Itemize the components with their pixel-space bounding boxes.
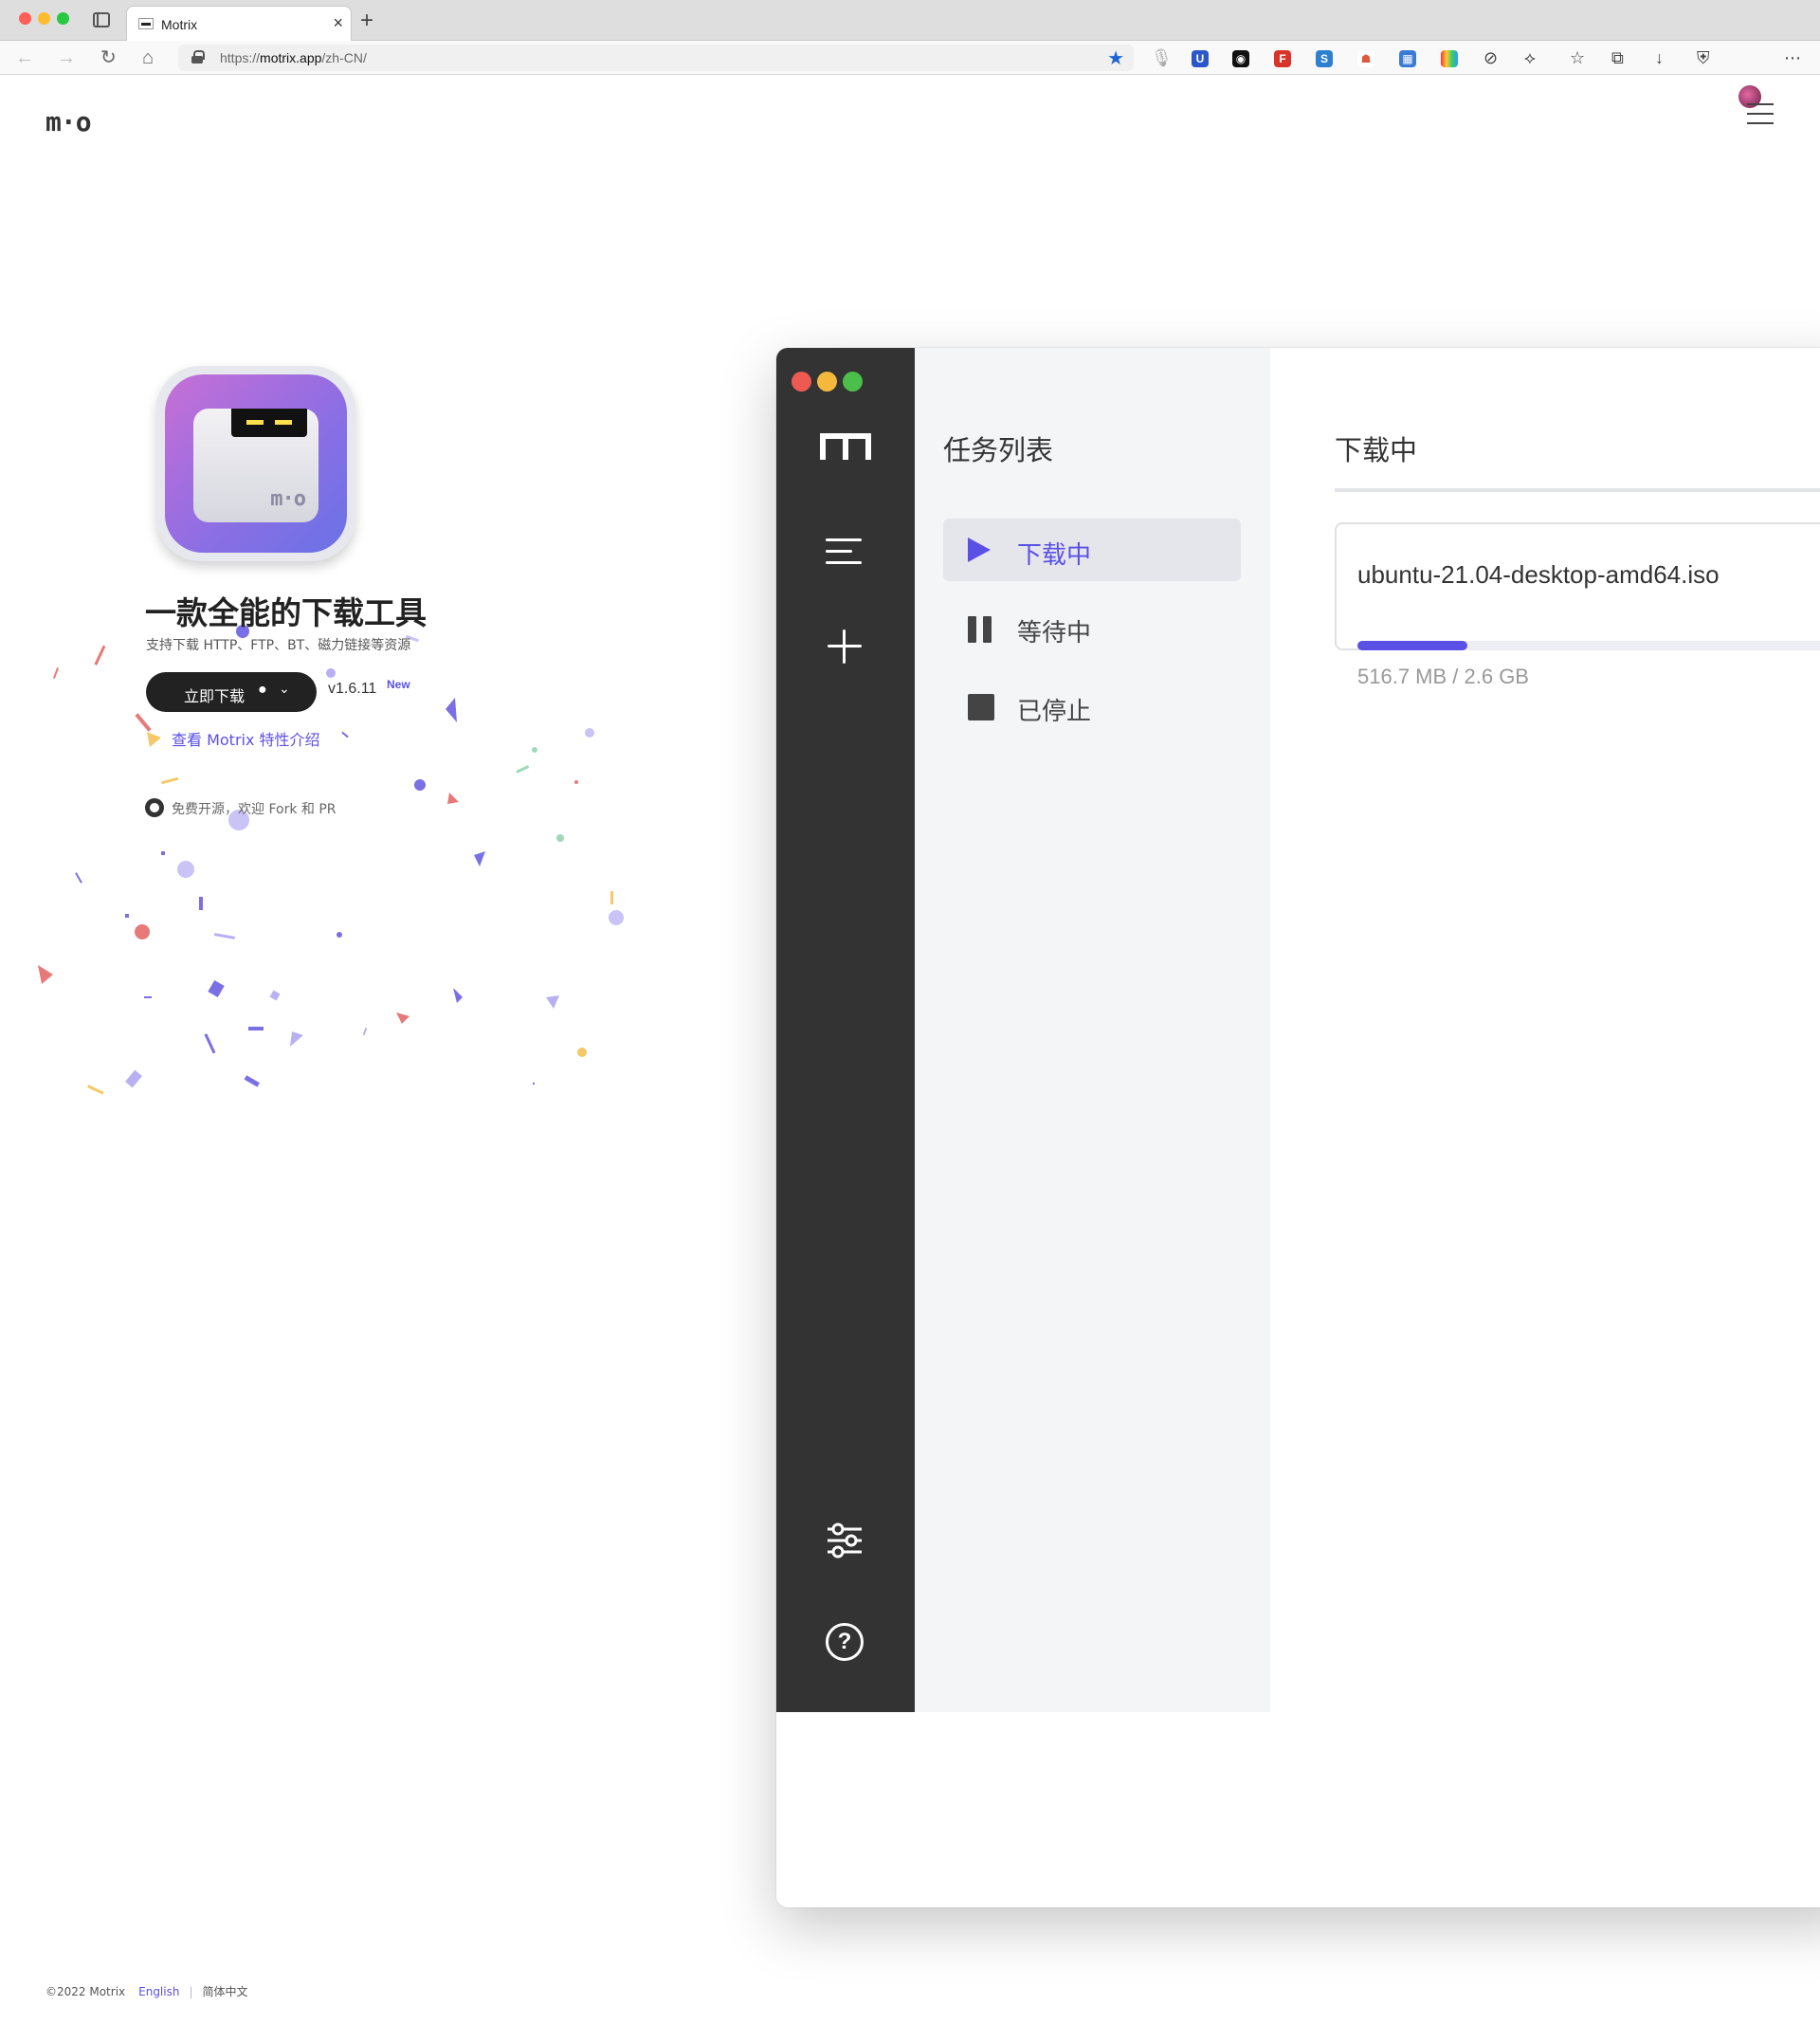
extension-figure-icon[interactable]: ☗: [1357, 50, 1374, 67]
more-options-icon[interactable]: ⋯: [1784, 48, 1801, 67]
apple-icon: ●: [258, 682, 267, 698]
puzzle-icon[interactable]: ⟡: [1524, 48, 1536, 67]
motrix-m-logo-icon: [820, 433, 871, 460]
new-badge: New: [387, 678, 410, 691]
bookmark-star-icon[interactable]: ★: [1107, 46, 1124, 70]
extension-s-icon[interactable]: S: [1316, 50, 1333, 67]
github-text[interactable]: 免费开源，欢迎 Fork 和 PR: [172, 799, 337, 818]
nav-item-waiting: 等待中: [943, 596, 1241, 659]
tab-title: Motrix: [161, 17, 198, 32]
app-sidebar: ?: [776, 348, 915, 1712]
task-list-panel: 任务列表 下载中 等待中 已停止: [915, 348, 1270, 1712]
nav-item-label: 等待中: [1017, 619, 1092, 647]
app-minimize-dot: [817, 372, 837, 392]
help-icon: ?: [826, 1623, 864, 1661]
task-size: 516.7 MB / 2.6 GB: [1357, 665, 1529, 688]
task-progress-fill: [1357, 641, 1468, 650]
extension-red-icon[interactable]: F: [1274, 50, 1291, 67]
settings-sliders-icon: [828, 1523, 862, 1559]
stop-icon: [968, 694, 994, 720]
sidebar-toggle-icon[interactable]: [93, 12, 110, 27]
app-screenshot-window: ? 任务列表 下载中 等待中 已停止 下载中 ubuntu-21.04-desk…: [776, 348, 1820, 1907]
site-logo[interactable]: m·o: [46, 106, 92, 137]
version-label: v1.6.11: [328, 681, 377, 697]
lock-icon: [191, 50, 205, 64]
shield-icon[interactable]: ⛨: [1697, 48, 1710, 67]
extension-icon[interactable]: ◉: [1232, 50, 1249, 67]
copyright-text: ©2022 Motrix: [46, 1985, 126, 1998]
chevron-down-icon[interactable]: ⌄: [279, 681, 290, 697]
extension-grid-icon[interactable]: ▦: [1399, 50, 1416, 67]
task-name: ubuntu-21.04-desktop-amd64.iso: [1357, 560, 1720, 589]
nav-item-downloading: 下载中: [943, 519, 1241, 581]
address-bar[interactable]: https://motrix.app/zh-CN/ ★: [178, 45, 1134, 71]
footer: ©2022 Motrix English | 简体中文: [46, 1985, 248, 1998]
tab-close-icon[interactable]: ×: [333, 13, 343, 33]
motrix-app-icon: m·o: [156, 366, 355, 561]
window-minimize-button[interactable]: [38, 12, 50, 25]
window-zoom-button[interactable]: [57, 12, 69, 25]
add-task-icon: [826, 628, 864, 666]
new-tab-icon[interactable]: +: [360, 8, 373, 34]
confetti-decoration: [38, 625, 624, 1095]
main-title: 下载中: [1335, 434, 1418, 466]
block-icon[interactable]: ⊘: [1483, 48, 1498, 67]
favorites-icon[interactable]: ☆: [1570, 48, 1585, 67]
hero-title: 一款全能的下载工具: [145, 594, 427, 631]
browser-tabbar: Motrix × +: [0, 0, 1820, 41]
back-icon[interactable]: ←: [15, 46, 34, 69]
forward-icon[interactable]: →: [57, 46, 76, 69]
task-progress-bar: [1357, 641, 1820, 650]
hero-subtitle: 支持下载 HTTP、FTP、BT、磁力链接等资源: [146, 638, 411, 653]
main-divider: [1335, 488, 1820, 492]
reload-icon[interactable]: ↻: [100, 46, 117, 69]
download-button-label: 立即下载: [184, 687, 246, 705]
features-link[interactable]: 查看 Motrix 特性介绍: [172, 727, 320, 750]
hamburger-menu-icon[interactable]: [1747, 103, 1774, 124]
window-close-button[interactable]: [19, 12, 31, 25]
play-icon: [968, 538, 991, 562]
microphone-icon[interactable]: 🎙: [1151, 48, 1173, 67]
language-english-link[interactable]: English: [138, 1985, 179, 1998]
download-icon[interactable]: ↓: [1655, 48, 1664, 67]
url-text[interactable]: https://motrix.app/zh-CN/: [220, 50, 367, 65]
task-card: ubuntu-21.04-desktop-amd64.iso: [1335, 522, 1820, 650]
motrix-favicon-icon: [138, 18, 154, 29]
language-chinese-link[interactable]: 简体中文: [203, 1985, 248, 1998]
panel-title: 任务列表: [943, 434, 1054, 466]
app-zoom-dot: [843, 372, 863, 392]
github-icon[interactable]: [145, 798, 164, 817]
collections-icon[interactable]: ⧉: [1611, 48, 1624, 67]
browser-tab[interactable]: Motrix ×: [126, 6, 352, 41]
nav-item-stopped: 已停止: [943, 675, 1241, 738]
home-icon[interactable]: ⌂: [142, 46, 154, 69]
browser-toolbar: ← → ↻ ⌂ https://motrix.app/zh-CN/ ★ 🎙 U …: [0, 41, 1820, 108]
color-extension-icon[interactable]: [1441, 50, 1458, 67]
pause-icon: [968, 616, 992, 643]
menu-lines-icon: [826, 533, 864, 571]
download-button[interactable]: 立即下载 ● ⌄: [146, 672, 317, 712]
nav-item-label: 已停止: [1017, 698, 1092, 726]
task-main-area: 下载中 ubuntu-21.04-desktop-amd64.iso 516.7…: [1270, 348, 1820, 1712]
app-close-dot: [792, 372, 811, 392]
bitwarden-extension-icon[interactable]: U: [1192, 50, 1209, 67]
nav-item-label: 下载中: [1017, 541, 1092, 570]
